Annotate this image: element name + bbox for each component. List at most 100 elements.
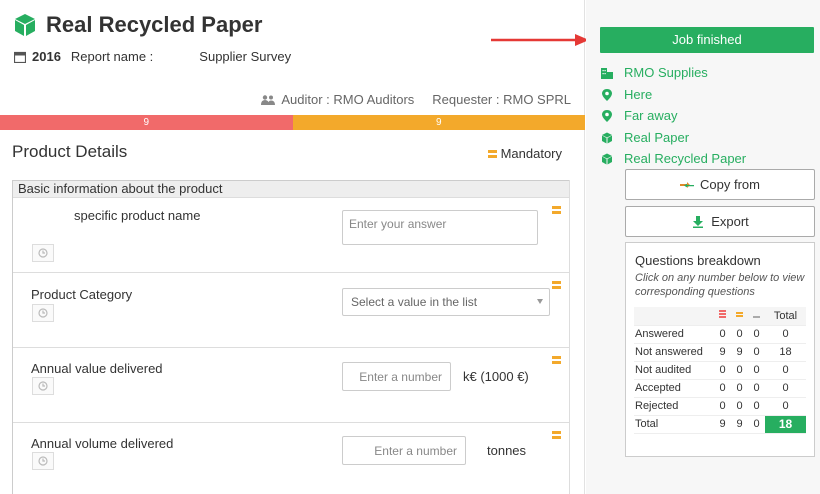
question-label: Product Category: [31, 287, 133, 302]
row-label: Rejected: [634, 397, 714, 416]
link-label[interactable]: Real Recycled Paper: [624, 151, 746, 166]
category-select[interactable]: Select a value in the list: [342, 288, 550, 316]
building-icon: [601, 67, 613, 79]
breakdown-table: Total Answered 0 0 0 0 Not answered 9 9 …: [634, 307, 806, 434]
count-cell[interactable]: 0: [731, 325, 748, 344]
mandatory-legend: Mandatory: [487, 146, 562, 161]
link-supplier[interactable]: RMO Supplies: [601, 65, 708, 80]
link-label[interactable]: Far away: [624, 108, 677, 123]
history-icon[interactable]: [32, 244, 54, 262]
questions-breakdown-panel: Questions breakdown Click on any number …: [625, 242, 815, 457]
swap-arrows-icon: [680, 181, 695, 188]
cube-icon: [602, 132, 612, 143]
section-title: Product Details: [12, 142, 128, 161]
volume-number-input[interactable]: Enter a number: [342, 436, 466, 465]
report-name: Supplier Survey: [199, 49, 292, 64]
progress-segment-optional[interactable]: 9: [292, 115, 585, 130]
question-row: Product Category Select a value in the l…: [13, 273, 569, 348]
table-row: Answered 0 0 0 0: [634, 325, 806, 344]
progress-bar[interactable]: 9 9: [0, 115, 585, 130]
chevron-down-icon: [537, 299, 543, 304]
cube-icon: [602, 153, 612, 164]
copy-from-label: Copy from: [700, 177, 760, 192]
title-row: Real Recycled Paper: [14, 12, 262, 38]
count-cell[interactable]: 0: [748, 397, 765, 416]
question-row: specific product name Enter your answer: [13, 198, 569, 273]
link-product-real-recycled-paper[interactable]: Real Recycled Paper: [601, 151, 746, 166]
unit-label: tonnes: [487, 443, 527, 458]
history-icon[interactable]: [32, 304, 54, 322]
row-label: Not answered: [634, 343, 714, 362]
select-placeholder: Select a value in the list: [351, 295, 478, 309]
count-cell[interactable]: 0: [714, 397, 731, 416]
total-header: Total: [765, 307, 806, 326]
question-group: Basic information about the product spec…: [12, 180, 570, 494]
breakdown-title: Questions breakdown: [635, 253, 761, 268]
mandatory-label: Mandatory: [500, 146, 562, 161]
count-cell[interactable]: 9: [731, 415, 748, 434]
link-site-here[interactable]: Here: [601, 87, 652, 102]
header-spacer: [634, 307, 714, 326]
main-pane: Real Recycled Paper 2016 Report name : S…: [0, 0, 585, 494]
count-cell[interactable]: 9: [731, 343, 748, 362]
link-label[interactable]: Here: [624, 87, 652, 102]
count-cell[interactable]: 0: [748, 343, 765, 362]
export-button[interactable]: Export: [625, 206, 815, 237]
mandatory-high-icon: [714, 307, 731, 326]
total-cell[interactable]: 0: [765, 397, 806, 416]
export-label: Export: [711, 214, 749, 229]
grand-total-cell[interactable]: 18: [765, 415, 806, 434]
count-cell[interactable]: 0: [714, 325, 731, 344]
count-cell[interactable]: 9: [714, 415, 731, 434]
question-label: Annual value delivered: [31, 361, 163, 376]
link-label[interactable]: RMO Supplies: [624, 65, 708, 80]
history-icon[interactable]: [32, 452, 54, 470]
job-status-button[interactable]: Job finished: [600, 27, 814, 53]
table-header-row: Total: [634, 307, 806, 326]
download-icon: [693, 215, 704, 228]
mandatory-low-icon: [748, 307, 765, 326]
map-pin-icon: [602, 109, 612, 122]
copy-from-button[interactable]: Copy from: [625, 169, 815, 200]
total-cell[interactable]: 0: [765, 361, 806, 380]
link-site-far-away[interactable]: Far away: [601, 108, 677, 123]
mandatory-icon: [487, 149, 497, 158]
count-cell[interactable]: 9: [714, 343, 731, 362]
question-row: Annual volume delivered Enter a number t…: [13, 423, 569, 494]
mandatory-icon: [552, 281, 561, 289]
count-cell[interactable]: 0: [731, 397, 748, 416]
link-product-real-paper[interactable]: Real Paper: [601, 130, 689, 145]
total-cell[interactable]: 18: [765, 343, 806, 362]
calendar-icon: [14, 51, 26, 63]
auditor-text: Auditor : RMO Auditors: [281, 92, 415, 107]
breakdown-hint: Click on any number below to view corres…: [635, 272, 805, 298]
count-cell[interactable]: 0: [714, 361, 731, 380]
count-cell[interactable]: 0: [748, 361, 765, 380]
count-cell[interactable]: 0: [748, 415, 765, 434]
total-cell[interactable]: 0: [765, 325, 806, 344]
question-label: specific product name: [74, 208, 201, 223]
history-icon[interactable]: [32, 377, 54, 395]
value-number-input[interactable]: Enter a number: [342, 362, 451, 391]
count-cell[interactable]: 0: [731, 361, 748, 380]
table-row: Not answered 9 9 0 18: [634, 343, 806, 362]
report-year: 2016: [32, 49, 61, 64]
text-answer-input[interactable]: Enter your answer: [342, 210, 538, 245]
table-row: Accepted 0 0 0 0: [634, 379, 806, 398]
progress-segment-mandatory[interactable]: 9: [0, 115, 293, 130]
count-cell[interactable]: 0: [731, 379, 748, 398]
page-title: Real Recycled Paper: [46, 12, 263, 37]
count-cell[interactable]: 0: [748, 325, 765, 344]
row-label: Total: [634, 415, 714, 434]
users-icon: [261, 94, 276, 105]
people-row: Auditor : RMO Auditors Requester : RMO S…: [261, 92, 571, 107]
count-cell[interactable]: 0: [748, 379, 765, 398]
requester-text: Requester : RMO SPRL: [432, 92, 571, 107]
total-cell[interactable]: 0: [765, 379, 806, 398]
link-label[interactable]: Real Paper: [624, 130, 689, 145]
table-row: Not audited 0 0 0 0: [634, 361, 806, 380]
count-cell[interactable]: 0: [714, 379, 731, 398]
report-name-label: Report name :: [70, 49, 154, 64]
question-label: Annual volume delivered: [31, 436, 174, 451]
mandatory-medium-icon: [731, 307, 748, 326]
